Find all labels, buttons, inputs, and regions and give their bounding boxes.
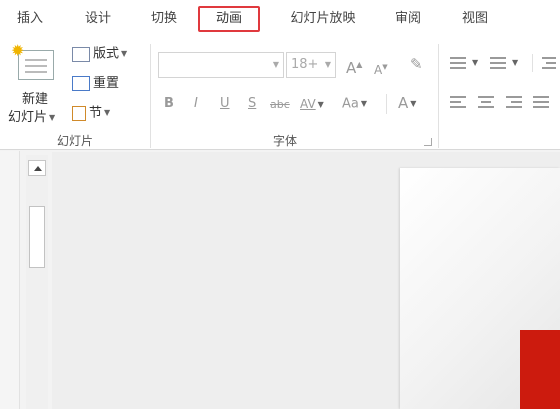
- layout-icon: [72, 46, 90, 62]
- new-slide-icon: ✹: [11, 41, 54, 80]
- strikethrough-button[interactable]: abc: [270, 95, 290, 115]
- decrease-indent-icon[interactable]: [542, 57, 556, 69]
- character-spacing-button[interactable]: AV ▼: [300, 94, 324, 114]
- chevron-down-icon: ▼: [317, 99, 324, 109]
- tab-transitions[interactable]: 切换: [144, 6, 184, 32]
- chevron-down-icon: ▼: [324, 60, 331, 69]
- chevron-down-icon: ▼: [104, 108, 111, 117]
- chevron-down-icon: ▼: [410, 98, 417, 108]
- font-size-combobox[interactable]: 18+ ▼: [286, 52, 336, 78]
- align-left-icon[interactable]: [450, 96, 466, 108]
- change-case-button[interactable]: Aa ▼: [342, 94, 367, 114]
- chevron-down-icon: ▼: [49, 113, 56, 122]
- italic-button[interactable]: I: [194, 94, 198, 114]
- tab-review[interactable]: 审阅: [388, 6, 428, 32]
- bold-button[interactable]: B: [164, 94, 174, 114]
- font-name-combobox[interactable]: ▼: [158, 52, 284, 78]
- tab-animations[interactable]: 动画: [198, 6, 260, 32]
- scrollbar-thumb[interactable]: [29, 206, 45, 268]
- group-divider: [150, 44, 151, 148]
- slides-group-label: 幻灯片: [56, 134, 93, 148]
- ribbon: ✹ 新建 幻灯片 ▼ 版式 ▼ 重置 节 ▼ 幻灯片 ▼ 18+ ▼ A▲ A▼…: [0, 38, 560, 150]
- decrease-font-size-button[interactable]: A▼: [374, 57, 388, 77]
- ribbon-tab-bar: 插入 设计 切换 动画 幻灯片放映 审阅 视图: [0, 0, 560, 38]
- reset-button[interactable]: 重置: [72, 74, 119, 94]
- numbering-icon[interactable]: [490, 57, 506, 69]
- powerpoint-window: 插入 设计 切换 动画 幻灯片放映 审阅 视图 ✹ 新建 幻灯片 ▼ 版式 ▼ 重置: [0, 0, 560, 409]
- underline-button[interactable]: U: [220, 94, 230, 114]
- tab-view[interactable]: 视图: [455, 6, 495, 32]
- tab-slide-show[interactable]: 幻灯片放映: [278, 6, 368, 32]
- chevron-down-icon[interactable]: ▼: [472, 58, 478, 67]
- scroll-up-icon[interactable]: [28, 160, 46, 176]
- layout-button[interactable]: 版式 ▼: [72, 44, 127, 64]
- justify-icon[interactable]: [533, 96, 549, 108]
- increase-font-size-button[interactable]: A▲: [346, 55, 362, 77]
- chevron-down-icon: ▼: [121, 49, 128, 58]
- new-slide-label-line2: 幻灯片 ▼: [8, 110, 56, 125]
- section-button[interactable]: 节 ▼: [72, 103, 110, 123]
- slide-thumbnail-pane: [0, 151, 20, 409]
- chevron-down-icon: ▼: [272, 60, 279, 69]
- clear-formatting-icon[interactable]: ✎: [410, 54, 423, 74]
- slide-red-shape[interactable]: [520, 330, 560, 409]
- font-color-button[interactable]: A ▼: [398, 93, 416, 113]
- sparkle-icon: ✹: [11, 41, 25, 60]
- new-slide-label-line1: 新建: [22, 92, 49, 107]
- text-shadow-button[interactable]: S: [248, 94, 256, 114]
- tab-insert[interactable]: 插入: [10, 6, 50, 32]
- bullets-icon[interactable]: [450, 57, 466, 69]
- chevron-down-icon[interactable]: ▼: [512, 58, 518, 67]
- align-right-icon[interactable]: [506, 96, 522, 108]
- dialog-launcher-icon[interactable]: [424, 138, 432, 146]
- align-center-icon[interactable]: [478, 96, 494, 108]
- tab-design[interactable]: 设计: [78, 6, 118, 32]
- chevron-down-icon: ▼: [360, 99, 368, 108]
- font-group-label: 字体: [272, 134, 297, 148]
- section-icon: [72, 105, 86, 121]
- reset-icon: [72, 76, 90, 91]
- thumbnail-scrollbar[interactable]: [26, 155, 48, 409]
- divider: [386, 94, 387, 114]
- divider: [532, 54, 533, 72]
- group-divider: [438, 44, 439, 148]
